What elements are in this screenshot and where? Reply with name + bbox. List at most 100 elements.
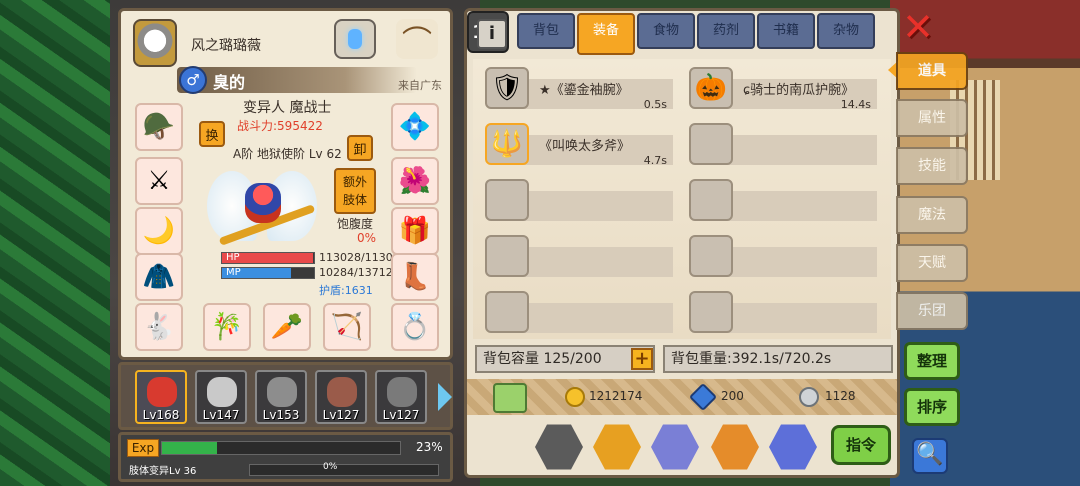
player-title: 臭的 — [213, 73, 246, 92]
male-gender-icon: ♂ — [179, 66, 207, 94]
item-bg — [517, 303, 673, 333]
item-slot[interactable]: 🔱 《叫唤太多斧》 4.7s — [477, 121, 673, 167]
forest-left — [0, 0, 125, 486]
extra-limb-label: 额外 肢体 — [342, 175, 367, 207]
tab-equipment[interactable]: 装备 — [577, 13, 635, 55]
organize-button[interactable]: 整理 — [904, 342, 960, 380]
gold-amount: 1212174 — [589, 389, 643, 403]
side-tab-skills[interactable]: 技能 — [896, 147, 968, 185]
character-head — [245, 183, 281, 223]
expand-capacity-button[interactable]: + — [631, 348, 653, 370]
roster-slot-1[interactable]: Lv168 — [135, 370, 187, 424]
flute-slot-icon[interactable]: 🎋 — [203, 303, 251, 351]
roster-slot-4[interactable]: Lv127 — [315, 370, 367, 424]
roster-slot-3[interactable]: Lv153 — [255, 370, 307, 424]
flower-slot-icon[interactable]: 🌺 — [391, 157, 439, 205]
roster-slot-2[interactable]: Lv147 — [195, 370, 247, 424]
helmet-slot-icon[interactable]: 🪖 — [135, 103, 183, 151]
satiety-label: 饱腹度 — [337, 217, 374, 231]
unequip-button[interactable]: 卸 — [347, 135, 373, 161]
inventory-panel: i 背包 装备 食物 药剂 书籍 杂物 🛡 ★《鎏金袖腕》 0.5s 🎃 ɕ骑士… — [464, 8, 900, 478]
empty-slot[interactable] — [477, 289, 673, 335]
empty-slot[interactable] — [681, 121, 877, 167]
trident-icon: 🔱 — [485, 123, 529, 165]
roster-level-3: Lv153 — [262, 408, 300, 422]
vortex-skill-icon[interactable] — [769, 424, 817, 470]
sort-button[interactable]: 排序 — [904, 388, 960, 426]
pumpkin-bracer-icon: 🎃 — [689, 67, 733, 109]
wardrobe-hanger-icon[interactable]: ⌒ — [396, 19, 438, 60]
roster-level-5: Lv127 — [382, 408, 420, 422]
carrot-slot-icon[interactable]: 🥕 — [263, 303, 311, 351]
amulet-slot-icon[interactable]: 🌙 — [135, 207, 183, 255]
item-slot[interactable]: 🎃 ɕ骑士的南瓜护腕》 14.4s — [681, 65, 877, 111]
silver-coin-icon — [799, 387, 819, 407]
side-tab-band[interactable]: 乐团 — [896, 292, 968, 330]
empty-slot[interactable] — [681, 177, 877, 223]
tab-food[interactable]: 食物 — [637, 13, 695, 49]
mp-bar: MP — [221, 267, 315, 279]
item-bg — [721, 135, 877, 165]
player-name: 风之璐璐薇 — [191, 38, 261, 54]
boots-slot-icon[interactable]: 👢 — [391, 253, 439, 301]
combat-power: 战斗力:595422 — [237, 119, 323, 133]
roster-avatar-5 — [387, 377, 417, 407]
side-tab-items[interactable]: 道具 — [896, 52, 968, 90]
side-tab-attributes[interactable]: 属性 — [896, 99, 968, 137]
info-icon[interactable]: i — [477, 19, 507, 49]
item-bg — [517, 247, 673, 277]
item-weight: 0.5s — [643, 98, 667, 111]
belt-slot-icon[interactable]: 🎁 — [391, 207, 439, 255]
party-roster: Lv168 Lv147 Lv153 Lv127 Lv127 — [118, 362, 453, 430]
exp-bar-fill — [162, 442, 217, 454]
exp-bar — [161, 441, 401, 455]
item-slot[interactable]: 🛡 ★《鎏金袖腕》 0.5s — [477, 65, 673, 111]
backpack-weight: 背包重量:392.1s/720.2s — [663, 345, 893, 373]
gem-slot-icon[interactable]: 💠 — [391, 103, 439, 151]
empty-slot[interactable] — [681, 233, 877, 279]
satiety-value: 0% — [357, 231, 377, 245]
shuriken-skill-icon[interactable] — [711, 424, 759, 470]
empty-skill-slot[interactable] — [535, 424, 583, 470]
character-sprite — [207, 161, 317, 261]
roster-avatar-3 — [267, 377, 297, 407]
exp-percent: 23% — [416, 440, 443, 454]
exp-label: Exp — [127, 439, 159, 457]
roster-next-arrow-icon[interactable] — [438, 383, 452, 411]
guild-crest-icon[interactable] — [133, 19, 177, 67]
item-weight: 14.4s — [840, 98, 871, 111]
search-icon[interactable]: 🔍 — [912, 438, 948, 474]
weapon-slot-icon[interactable]: ⚔ — [135, 157, 183, 205]
drop-item-icon[interactable] — [493, 383, 527, 413]
lantern-icon[interactable] — [334, 19, 376, 59]
diamond-amount: 200 — [721, 389, 744, 403]
tab-misc[interactable]: 杂物 — [817, 13, 875, 49]
tab-potions[interactable]: 药剂 — [697, 13, 755, 49]
empty-slot-box — [689, 179, 733, 221]
side-tab-talent[interactable]: 天赋 — [896, 244, 968, 282]
empty-slot[interactable] — [681, 289, 877, 335]
command-button[interactable]: 指令 — [831, 425, 891, 465]
roster-level-4: Lv127 — [322, 408, 360, 422]
roster-slot-5[interactable]: Lv127 — [375, 370, 427, 424]
pet-slot-icon[interactable]: 🐇 — [135, 303, 183, 351]
extra-limb-button[interactable]: 额外 肢体 — [334, 168, 376, 214]
empty-slot[interactable] — [477, 177, 673, 223]
side-tab-magic[interactable]: 魔法 — [896, 196, 968, 234]
fist-skill-icon[interactable] — [593, 424, 641, 470]
armor-slot-icon[interactable]: 🧥 — [135, 253, 183, 301]
tab-backpack[interactable]: 背包 — [517, 13, 575, 49]
experience-panel: Exp 23% 肢体变异Lv 36 0% — [118, 432, 453, 482]
empty-slot-box — [485, 179, 529, 221]
ring-slot-icon[interactable]: 💍 — [391, 303, 439, 351]
empty-slot-box — [689, 291, 733, 333]
close-icon[interactable]: ✕ — [900, 8, 936, 46]
empty-slot[interactable] — [477, 233, 673, 279]
tornado-skill-icon[interactable] — [651, 424, 699, 470]
roster-level-1: Lv168 — [142, 408, 180, 422]
empty-slot-box — [689, 123, 733, 165]
bow-slot-icon[interactable]: 🏹 — [323, 303, 371, 351]
tab-books[interactable]: 书籍 — [757, 13, 815, 49]
item-grid: 🛡 ★《鎏金袖腕》 0.5s 🎃 ɕ骑士的南瓜护腕》 14.4s 🔱 《叫唤太多… — [473, 59, 891, 339]
swap-button[interactable]: 换 — [199, 121, 225, 147]
